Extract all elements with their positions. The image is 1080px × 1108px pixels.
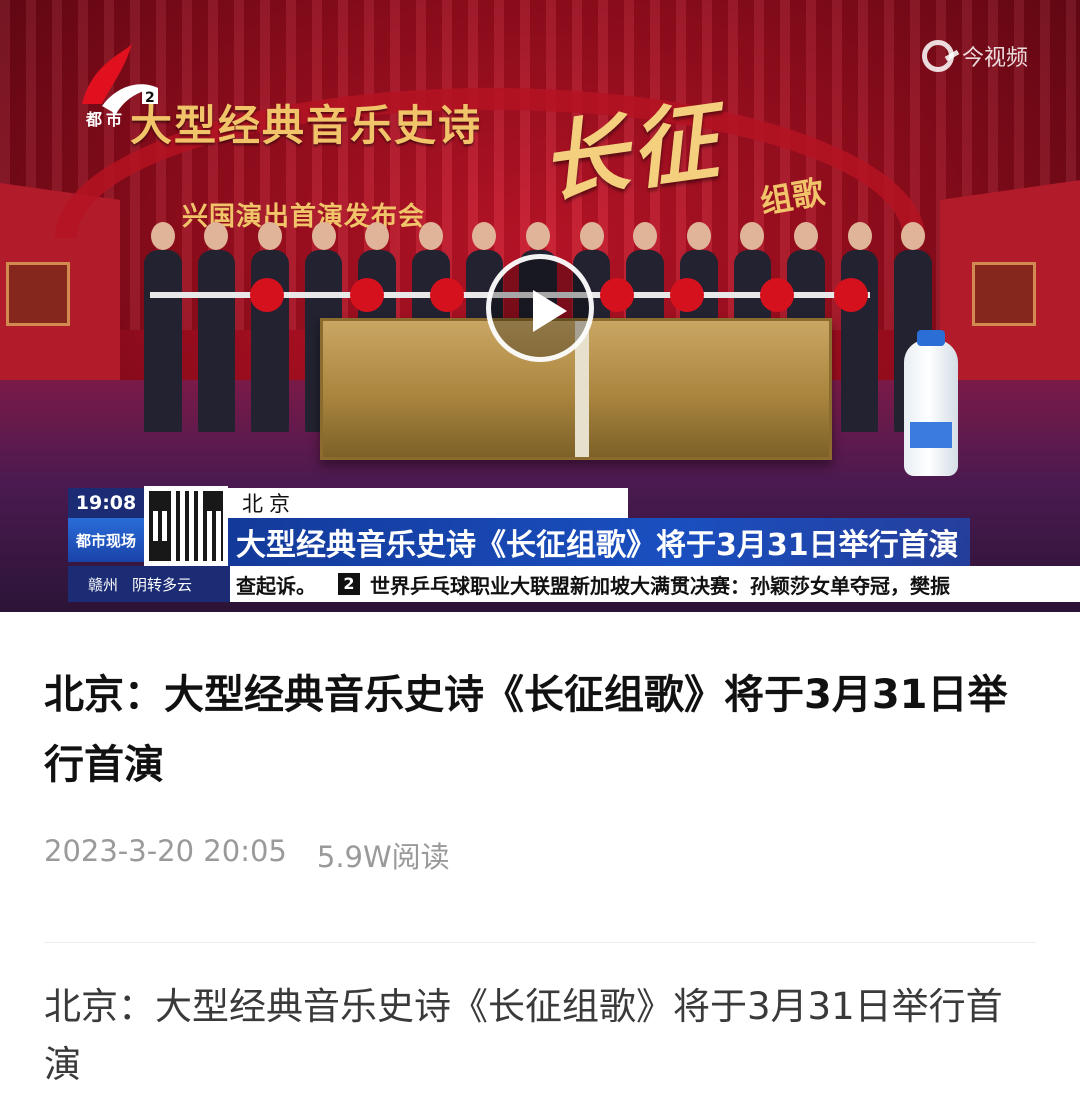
watermark-text: 今视频 — [962, 46, 1029, 71]
product-bottle — [904, 330, 958, 476]
ticker-location: 北京 — [228, 488, 628, 518]
ticker-headline: 大型经典音乐史诗《长征组歌》将于3月31日举行首演 — [228, 518, 970, 566]
watermark-logo-icon — [922, 40, 954, 72]
article-title: 北京：大型经典音乐史诗《长征组歌》将于3月31日举行首演 — [44, 672, 1008, 788]
channel-label: 都市 — [86, 110, 127, 129]
ribbon-bow — [430, 278, 464, 312]
person — [245, 222, 295, 432]
article-body: 北京：大型经典音乐史诗《长征组歌》将于3月31日举行首演 — [44, 985, 1003, 1086]
qr-code-icon — [144, 486, 228, 566]
ticker-scroll: 查起诉。 2 世界乒乓球职业大联盟新加坡大满贯决赛：孙颖莎女单夺冠，樊振 — [230, 566, 1080, 602]
stage-seal-left — [6, 262, 70, 326]
stage-calligraphy: 长征 — [534, 89, 728, 215]
watermark: 今视频 — [922, 40, 1028, 72]
article-date: 2023-3-20 20:05 — [44, 834, 287, 868]
ribbon-bow — [760, 278, 794, 312]
weather-city: 赣州 — [88, 575, 119, 594]
ribbon-bow — [350, 278, 384, 312]
ticker-time: 19:08 — [68, 488, 144, 518]
person — [138, 222, 188, 432]
scroll-number: 2 — [338, 573, 360, 595]
article-meta: 2023-3-20 20:05 5.9W阅读 — [44, 834, 450, 876]
video-player[interactable]: 大型经典音乐史诗 兴国演出首演发布会 长征 组歌 2 都市 今视频 19:08 … — [0, 0, 1080, 612]
ticker-program-badge: 都市现场 — [68, 518, 144, 562]
scroll-text: 世界乒乓球职业大联盟新加坡大满贯决赛：孙颖莎女单夺冠，樊振 — [370, 573, 950, 598]
ticker-weather: 赣州 阴转多云 — [68, 566, 230, 602]
channel-number: 2 — [145, 90, 155, 106]
article-reads: 5.9W阅读 — [316, 840, 450, 874]
ribbon-bow — [834, 278, 868, 312]
person — [835, 222, 885, 432]
divider — [44, 942, 1036, 943]
stage-title: 大型经典音乐史诗 — [130, 101, 483, 150]
weather-desc: 阴转多云 — [132, 575, 193, 594]
scroll-prefix: 查起诉。 — [236, 573, 316, 598]
play-button[interactable] — [486, 254, 594, 362]
ribbon-bow — [250, 278, 284, 312]
person — [192, 222, 242, 432]
ribbon-bow — [670, 278, 704, 312]
ribbon-bow — [600, 278, 634, 312]
stage-seal-right — [972, 262, 1036, 326]
